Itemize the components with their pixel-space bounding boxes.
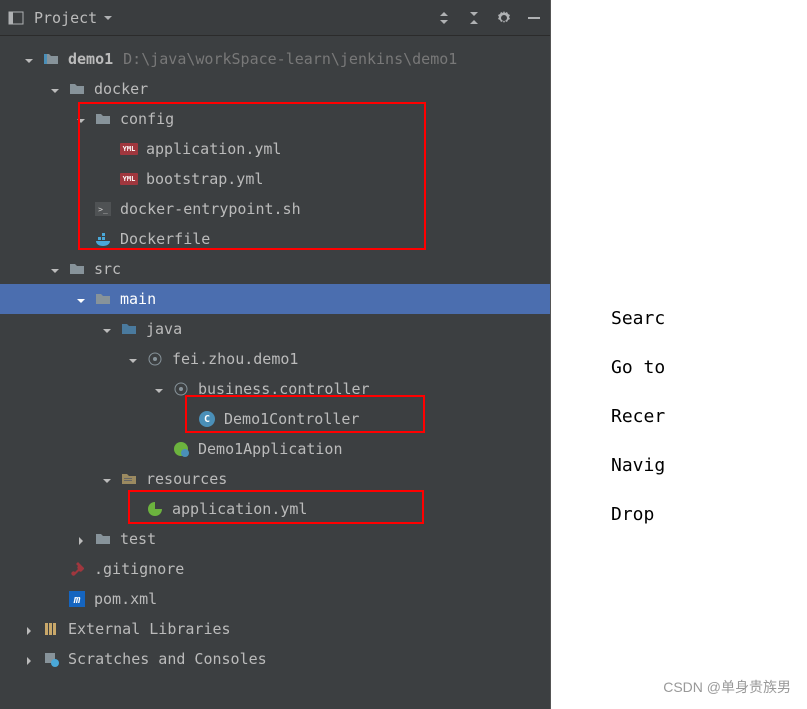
package-icon [146,350,164,368]
tree-item-class[interactable]: Demo1Application [0,434,550,464]
tree-item-file[interactable]: .gitignore [0,554,550,584]
tree-item-class[interactable]: C Demo1Controller [0,404,550,434]
collapse-all-icon[interactable] [466,10,482,26]
tree-item-file[interactable]: >_ docker-entrypoint.sh [0,194,550,224]
chevron-down-icon[interactable] [50,262,64,276]
yml-icon: YML [120,140,138,158]
node-label: Demo1Controller [224,410,359,428]
tree-item-config[interactable]: config [0,104,550,134]
node-label: demo1 [68,50,113,68]
node-label: docker-entrypoint.sh [120,200,301,218]
tree-item-test[interactable]: test [0,524,550,554]
node-label: application.yml [172,500,307,518]
tree-item-src[interactable]: src [0,254,550,284]
node-label: Dockerfile [120,230,210,248]
node-label: docker [94,80,148,98]
gear-icon[interactable] [496,10,512,26]
hint-navigate: Navig [611,455,807,476]
java-class-icon: C [198,410,216,428]
yml-icon: YML [120,170,138,188]
expand-all-icon[interactable] [436,10,452,26]
dropdown-arrow-icon[interactable] [103,9,113,27]
tree-item-file[interactable]: Dockerfile [0,224,550,254]
package-icon [172,380,190,398]
node-label: main [120,290,156,308]
node-label: fei.zhou.demo1 [172,350,298,368]
tree-item-root[interactable]: demo1 D:\java\workSpace-learn\jenkins\de… [0,44,550,74]
tree-item-main[interactable]: main [0,284,550,314]
tree-item-file[interactable]: m pom.xml [0,584,550,614]
minimize-icon[interactable] [526,10,542,26]
tree-item-file[interactable]: YML bootstrap.yml [0,164,550,194]
node-label: bootstrap.yml [146,170,263,188]
chevron-down-icon[interactable] [76,292,90,306]
hint-recent: Recer [611,406,807,427]
chevron-down-icon[interactable] [154,382,168,396]
project-title[interactable]: Project [34,9,97,27]
git-icon [68,560,86,578]
node-label: test [120,530,156,548]
hint-drop: Drop [611,504,807,525]
hint-search: Searc [611,308,807,329]
folder-icon [68,80,86,98]
folder-icon [94,530,112,548]
node-path: D:\java\workSpace-learn\jenkins\demo1 [123,50,457,68]
tree-item-package[interactable]: fei.zhou.demo1 [0,344,550,374]
node-label: External Libraries [68,620,231,638]
folder-icon [94,110,112,128]
tree-item-scratches[interactable]: Scratches and Consoles [0,644,550,674]
toolbar-left: Project [8,9,113,27]
watermark: CSDN @单身贵族男 [663,677,791,697]
project-panel: Project demo1 D:\java\workSpace-learn\je… [0,0,551,709]
tree-item-resources[interactable]: resources [0,464,550,494]
spring-boot-icon [172,440,190,458]
chevron-right-icon[interactable] [24,652,38,666]
node-label: Demo1Application [198,440,343,458]
node-label: pom.xml [94,590,157,608]
chevron-down-icon[interactable] [128,352,142,366]
node-label: application.yml [146,140,281,158]
tree-item-docker[interactable]: docker [0,74,550,104]
chevron-down-icon[interactable] [102,322,116,336]
module-icon [42,50,60,68]
scratch-icon [42,650,60,668]
folder-icon [68,260,86,278]
chevron-down-icon[interactable] [102,472,116,486]
library-icon [42,620,60,638]
project-toolbar: Project [0,0,550,36]
folder-icon [94,290,112,308]
hint-goto: Go to [611,357,807,378]
node-label: src [94,260,121,278]
toolbar-right [436,10,542,26]
editor-empty-area: Searc Go to Recer Navig Drop [551,0,807,709]
chevron-down-icon[interactable] [76,112,90,126]
sh-icon: >_ [94,200,112,218]
tree-item-file[interactable]: application.yml [0,494,550,524]
spring-config-icon [146,500,164,518]
node-label: .gitignore [94,560,184,578]
chevron-down-icon[interactable] [24,52,38,66]
chevron-down-icon[interactable] [50,82,64,96]
tree-item-package[interactable]: business.controller [0,374,550,404]
chevron-right-icon[interactable] [24,622,38,636]
tree-item-file[interactable]: YML application.yml [0,134,550,164]
tree-item-external-libs[interactable]: External Libraries [0,614,550,644]
node-label: business.controller [198,380,370,398]
node-label: resources [146,470,227,488]
node-label: Scratches and Consoles [68,650,267,668]
resources-folder-icon [120,470,138,488]
source-folder-icon [120,320,138,338]
project-tree[interactable]: demo1 D:\java\workSpace-learn\jenkins\de… [0,36,550,709]
maven-icon: m [68,590,86,608]
docker-icon [94,230,112,248]
node-label: java [146,320,182,338]
chevron-right-icon[interactable] [76,532,90,546]
project-view-icon[interactable] [8,10,24,26]
node-label: config [120,110,174,128]
tree-item-java[interactable]: java [0,314,550,344]
